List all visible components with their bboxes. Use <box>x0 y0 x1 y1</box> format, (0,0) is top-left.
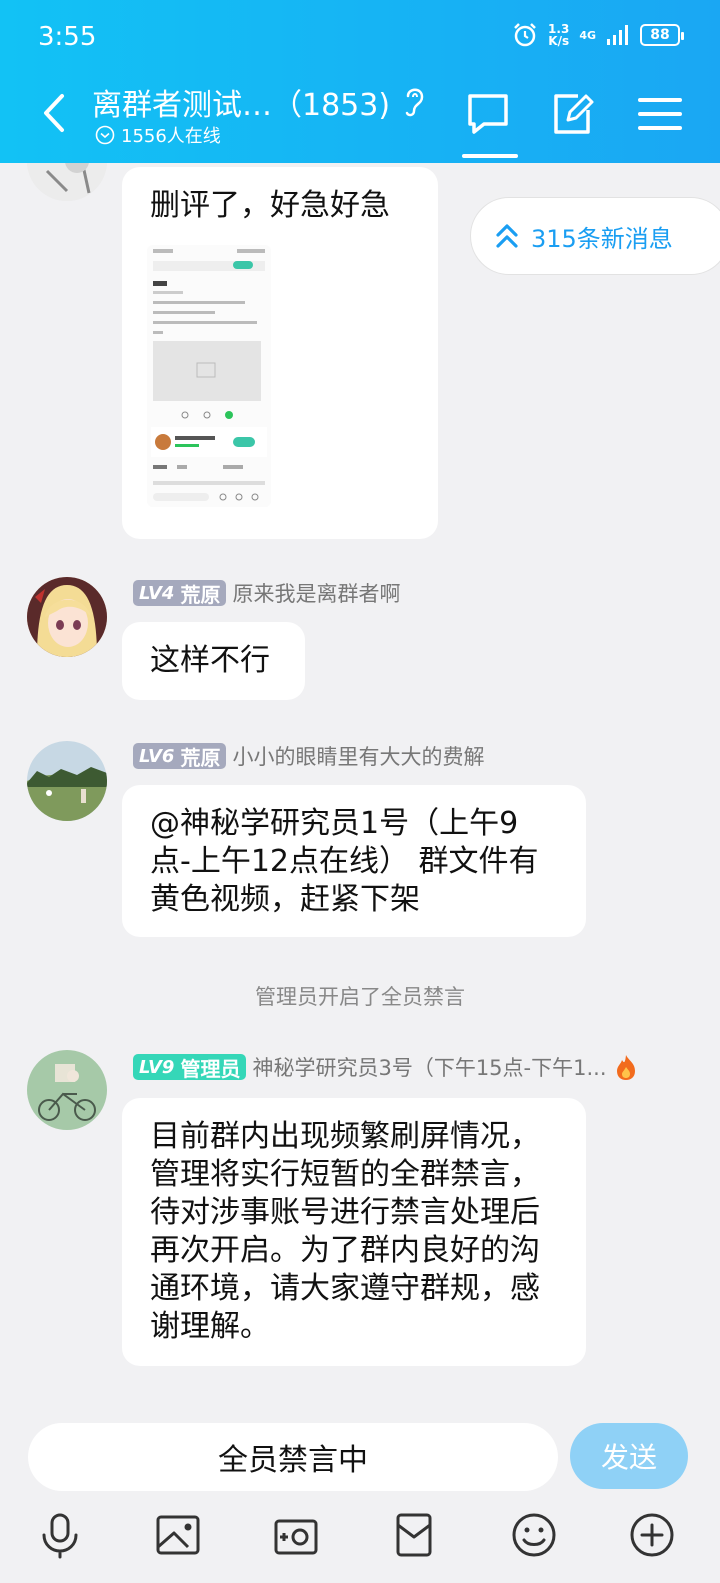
red-packet-icon[interactable] <box>390 1511 438 1559</box>
image-icon[interactable] <box>154 1511 202 1559</box>
avatar[interactable] <box>27 741 107 821</box>
role-text: 荒原 <box>180 745 221 770</box>
camera-icon[interactable] <box>272 1511 320 1559</box>
toolbar <box>0 1505 720 1583</box>
online-count[interactable]: 1556人在线 <box>95 122 221 148</box>
role-text: 管理员 <box>180 1056 241 1081</box>
back-button[interactable] <box>34 90 74 136</box>
level-badge: LV6 荒原 <box>133 743 227 770</box>
new-messages-button[interactable]: 315条新消息 <box>470 197 720 275</box>
avatar-image <box>27 163 107 201</box>
edit-icon[interactable] <box>548 90 596 138</box>
message-text: @神秘学研究员1号（上午9点-上午12点在线） 群文件有黄色视频，赶紧下架 <box>150 806 539 917</box>
status-icons: 1.3 K/s 4G 88 <box>512 22 684 48</box>
active-tab-indicator <box>462 154 518 158</box>
microphone-icon[interactable] <box>36 1511 84 1559</box>
fire-icon <box>616 1055 635 1080</box>
avatar-image <box>27 577 107 657</box>
status-time: 3:55 <box>38 22 97 52</box>
online-text: 1556人在线 <box>121 126 221 147</box>
level-text: LV9 <box>139 1056 175 1078</box>
message-text: 删评了，好急好急 <box>150 188 390 223</box>
system-notice: 管理员开启了全员禁言 <box>255 985 465 1009</box>
avatar[interactable] <box>27 1050 107 1130</box>
send-button[interactable]: 发送 <box>570 1423 688 1489</box>
message-bubble[interactable]: 这样不行 <box>122 622 305 700</box>
message-text: 这样不行 <box>150 643 270 678</box>
new-messages-label: 315条新消息 <box>531 224 673 253</box>
menu-icon[interactable] <box>636 90 684 138</box>
sender-nickname[interactable]: 原来我是离群者啊 <box>232 578 400 608</box>
double-chevron-up-icon <box>496 224 518 248</box>
sender-info: LV4 荒原 原来我是离群者啊 <box>133 578 400 608</box>
alarm-icon <box>514 23 536 47</box>
chevron-down-circle-icon <box>95 125 115 145</box>
avatar[interactable] <box>27 577 107 657</box>
plus-icon[interactable] <box>628 1511 676 1559</box>
level-text: LV6 <box>139 745 175 767</box>
message-image[interactable] <box>147 245 271 507</box>
sender-nickname[interactable]: 神秘学研究员3号（下午15点-下午1... <box>252 1052 606 1082</box>
input-bar: 全员禁言中 发送 <box>0 1405 720 1505</box>
level-badge: LV4 荒原 <box>133 580 227 607</box>
message-bubble[interactable]: @神秘学研究员1号（上午9点-上午12点在线） 群文件有黄色视频，赶紧下架 <box>122 785 586 937</box>
chat-header: 3:55 1.3 K/s 4G 88 离群者测试…（1853) 1556人在线 <box>0 0 720 163</box>
battery-indicator: 88 <box>640 24 684 46</box>
message-input-disabled[interactable]: 全员禁言中 <box>28 1423 558 1491</box>
chat-tab-icon[interactable] <box>464 90 512 138</box>
status-bar: 3:55 1.3 K/s 4G 88 <box>0 0 720 75</box>
avatar-image <box>27 1050 107 1130</box>
sender-info: LV9 管理员 神秘学研究员3号（下午15点-下午1... <box>133 1052 639 1082</box>
ear-icon[interactable] <box>402 84 428 120</box>
sender-nickname[interactable]: 小小的眼睛里有大大的费解 <box>232 741 484 771</box>
role-text: 荒原 <box>180 582 221 607</box>
level-badge: LV9 管理员 <box>133 1054 247 1081</box>
message-text: 目前群内出现频繁刷屏情况，管理将实行短暂的全群禁言，待对涉事账号进行禁言处理后再… <box>150 1119 540 1344</box>
signal-icon <box>607 25 628 45</box>
avatar[interactable] <box>27 163 107 201</box>
message-bubble[interactable]: 目前群内出现频繁刷屏情况，管理将实行短暂的全群禁言，待对涉事账号进行禁言处理后再… <box>122 1098 586 1366</box>
avatar-image <box>27 741 107 821</box>
level-text: LV4 <box>139 582 175 604</box>
speed-unit: K/s <box>548 34 570 48</box>
emoji-icon[interactable] <box>510 1511 558 1559</box>
network-speed: 1.3 K/s <box>548 23 569 47</box>
sender-info: LV6 荒原 小小的眼睛里有大大的费解 <box>133 741 484 771</box>
screenshot-thumbnail <box>147 245 271 507</box>
group-title[interactable]: 离群者测试…（1853) <box>92 80 390 124</box>
network-type: 4G <box>579 28 596 42</box>
